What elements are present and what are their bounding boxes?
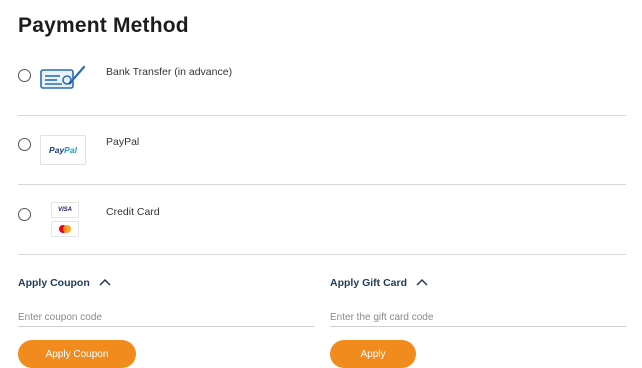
- method-label-paypal: PayPal: [106, 136, 140, 148]
- radio-paypal[interactable]: [18, 138, 31, 151]
- chevron-up-icon: [415, 274, 429, 292]
- payment-method-bank-transfer[interactable]: Bank Transfer (in advance): [18, 60, 626, 120]
- paypal-logo-pal: Pal: [64, 145, 77, 155]
- radio-credit-card[interactable]: [18, 208, 31, 221]
- credit-card-icon: VISA: [50, 202, 98, 237]
- coupon-input[interactable]: [18, 308, 314, 327]
- apply-gift-card-button[interactable]: Apply: [330, 340, 416, 368]
- divider: [18, 184, 626, 185]
- gift-card-title: Apply Gift Card: [330, 277, 408, 289]
- paypal-logo-pay: Pay: [49, 145, 65, 155]
- bank-transfer-icon: [40, 64, 88, 97]
- paypal-logo-icon: Pay Pal: [40, 135, 88, 165]
- method-label-credit-card: Credit Card: [106, 206, 160, 218]
- visa-icon: VISA: [51, 202, 79, 218]
- payment-method-credit-card[interactable]: VISA Credit Card: [18, 200, 626, 260]
- coupon-toggle[interactable]: Apply Coupon: [18, 274, 112, 292]
- payment-panel: Payment Method Bank Transfer (in advance…: [0, 0, 642, 368]
- page-title: Payment Method: [18, 14, 189, 37]
- coupon-title: Apply Coupon: [18, 277, 90, 289]
- mastercard-icon: [51, 221, 79, 237]
- radio-bank-transfer[interactable]: [18, 69, 31, 82]
- gift-card-input[interactable]: [330, 308, 626, 327]
- divider: [18, 254, 626, 255]
- method-label-bank-transfer: Bank Transfer (in advance): [106, 66, 233, 78]
- chevron-up-icon: [98, 274, 112, 292]
- payment-method-paypal[interactable]: Pay Pal PayPal: [18, 130, 626, 190]
- divider: [18, 115, 626, 116]
- apply-coupon-button[interactable]: Apply Coupon: [18, 340, 136, 368]
- gift-card-toggle[interactable]: Apply Gift Card: [330, 274, 429, 292]
